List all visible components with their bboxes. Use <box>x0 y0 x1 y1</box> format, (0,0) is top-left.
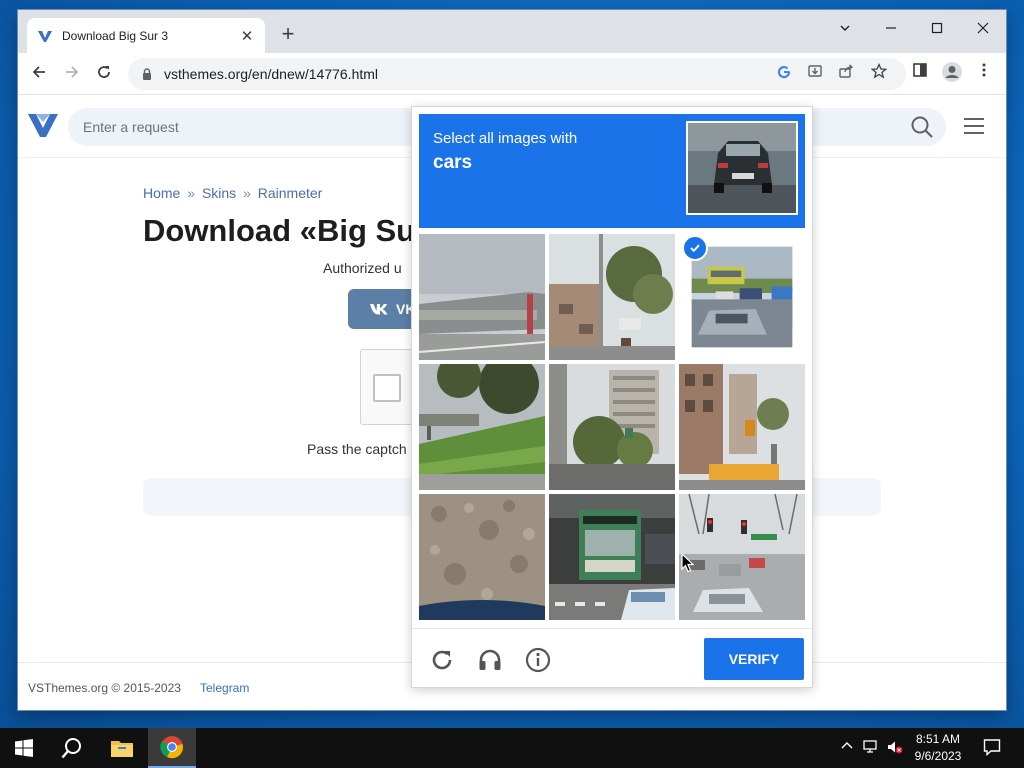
page-title: Download «Big Su <box>143 213 416 248</box>
lock-icon <box>143 68 151 80</box>
captcha-checkbox[interactable] <box>373 374 401 402</box>
search-icon[interactable] <box>910 115 934 139</box>
tab-search-icon[interactable] <box>822 14 868 44</box>
close-window-button[interactable] <box>960 14 1006 44</box>
reload-button[interactable] <box>91 61 117 87</box>
taskbar-search-icon <box>61 738 81 759</box>
volume-muted-icon[interactable] <box>886 740 904 756</box>
info-icon[interactable] <box>525 647 551 673</box>
vsthemes-favicon-icon <box>38 30 52 42</box>
side-panel-icon[interactable] <box>907 61 933 87</box>
tab-download-big-sur[interactable]: Download Big Sur 3 ✕ <box>27 18 265 53</box>
captcha-tile-1[interactable] <box>419 234 545 360</box>
captcha-tile-6[interactable] <box>679 364 805 490</box>
maximize-button[interactable] <box>914 14 960 44</box>
mouse-cursor-icon <box>681 553 695 573</box>
selected-check-icon <box>682 235 708 261</box>
share-icon[interactable] <box>834 58 858 90</box>
refresh-icon[interactable] <box>429 647 455 673</box>
chrome-icon <box>160 736 183 759</box>
copyright-text: VSThemes.org © 2015-2023 <box>28 681 181 695</box>
tab-close-icon[interactable]: ✕ <box>239 27 255 45</box>
breadcrumb: Home » Skins » Rainmeter <box>143 185 322 201</box>
captcha-tile-9[interactable] <box>679 494 805 620</box>
breadcrumb-skins[interactable]: Skins <box>202 185 236 201</box>
hamburger-menu-icon[interactable] <box>964 118 984 136</box>
menu-kebab-icon[interactable] <box>971 61 997 87</box>
site-search-input[interactable] <box>83 119 383 135</box>
captcha-footer: VERIFY <box>412 628 812 688</box>
profile-avatar-icon[interactable] <box>939 61 965 87</box>
captcha-tile-3[interactable] <box>679 234 805 360</box>
prompt-target: cars <box>433 152 473 173</box>
tab-title: Download Big Sur 3 <box>62 28 169 43</box>
taskbar-clock[interactable]: 8:51 AM 9/6/2023 <box>908 731 968 765</box>
show-hidden-icons-button[interactable] <box>838 740 856 756</box>
audio-challenge-icon[interactable] <box>477 647 503 673</box>
windows-logo-icon <box>15 739 33 757</box>
clock-time: 8:51 AM <box>915 732 961 746</box>
address-bar[interactable]: vsthemes.org/en/dnew/14776.html <box>128 58 906 90</box>
captcha-tile-7[interactable] <box>419 494 545 620</box>
verify-button[interactable]: VERIFY <box>704 638 804 680</box>
captcha-tile-5[interactable] <box>549 364 675 490</box>
pass-captcha-text: Pass the captch <box>307 441 407 457</box>
telegram-link[interactable]: Telegram <box>200 681 249 695</box>
authorized-text: Authorized u <box>323 260 402 276</box>
new-tab-button[interactable]: + <box>276 22 300 46</box>
file-explorer-button[interactable] <box>98 728 146 768</box>
back-button[interactable] <box>26 61 52 87</box>
breadcrumb-home[interactable]: Home <box>143 185 180 201</box>
breadcrumb-separator: » <box>187 185 196 201</box>
captcha-tile-2[interactable] <box>549 234 675 360</box>
prompt-instruction: Select all images with <box>433 130 578 147</box>
browser-toolbar: vsthemes.org/en/dnew/14776.html <box>18 53 1006 95</box>
breadcrumb-rainmeter[interactable]: Rainmeter <box>258 185 323 201</box>
notification-center-icon[interactable] <box>982 738 1002 758</box>
google-translate-icon[interactable] <box>772 58 796 90</box>
install-app-icon[interactable] <box>803 58 827 90</box>
tab-strip: Download Big Sur 3 ✕ + <box>18 10 1006 53</box>
bookmark-star-icon[interactable] <box>867 58 891 90</box>
sample-car-image <box>686 121 798 215</box>
windows-taskbar: 8:51 AM 9/6/2023 <box>0 728 1024 768</box>
start-button[interactable] <box>0 728 48 768</box>
breadcrumb-separator: » <box>243 185 251 201</box>
search-taskbar-button[interactable] <box>48 728 96 768</box>
captcha-tile-4[interactable] <box>419 364 545 490</box>
network-icon[interactable] <box>862 740 880 756</box>
captcha-prompt: Select all images with cars <box>419 114 805 228</box>
forward-button[interactable] <box>59 61 85 87</box>
minimize-button[interactable] <box>868 14 914 44</box>
captcha-image-grid <box>419 234 807 622</box>
vk-icon <box>370 304 388 315</box>
url-text: vsthemes.org/en/dnew/14776.html <box>164 66 379 82</box>
chrome-taskbar-button[interactable] <box>148 728 196 768</box>
clock-date: 9/6/2023 <box>914 749 962 763</box>
captcha-tile-8[interactable] <box>549 494 675 620</box>
folder-icon <box>111 741 133 757</box>
vsthemes-logo-icon[interactable] <box>28 112 58 138</box>
captcha-challenge-dialog: Select all images with cars VERIFY <box>411 106 813 688</box>
